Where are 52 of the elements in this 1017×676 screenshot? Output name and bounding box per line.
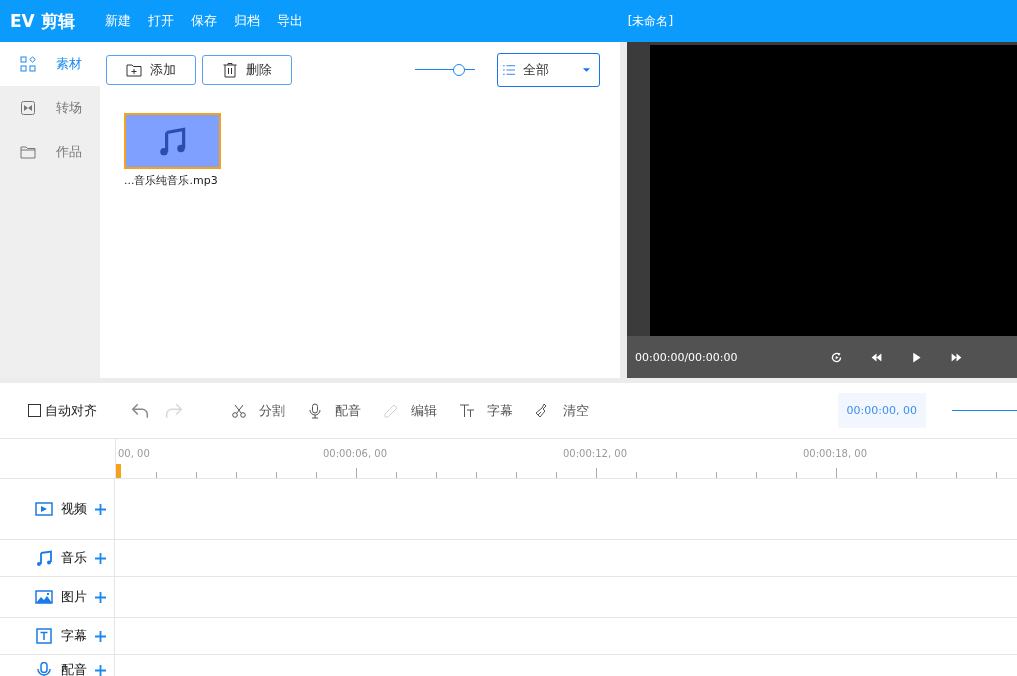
delete-button[interactable]: 删除	[202, 55, 292, 85]
add-icon[interactable]	[95, 630, 106, 642]
playback-time: 00:00:00/00:00:00	[635, 350, 738, 364]
toolbar-button[interactable]: 分割	[231, 401, 285, 420]
sidebar-tab[interactable]: 转场	[0, 86, 100, 130]
audio-thumbnail[interactable]	[124, 113, 221, 169]
add-button[interactable]: 添加	[106, 55, 196, 85]
track-label: 视频	[61, 500, 87, 518]
add-icon[interactable]	[95, 503, 106, 515]
filter-dropdown[interactable]: 全部	[497, 53, 600, 87]
track-label: 配音	[61, 661, 87, 676]
ruler-label: 00:00:18, 00	[803, 448, 867, 459]
replay-icon[interactable]	[829, 350, 843, 364]
track-label: 音乐	[61, 549, 87, 567]
toolbar-button[interactable]: 配音	[307, 401, 361, 420]
folder-icon	[20, 144, 36, 160]
transition-icon	[20, 100, 36, 116]
ruler-label: 00:00:12, 00	[563, 448, 627, 459]
pencil-icon	[383, 402, 399, 419]
app-logo: EV 剪辑	[10, 9, 75, 33]
scissors-icon	[231, 402, 247, 419]
file-name: ...音乐纯音乐.mp3	[124, 173, 218, 188]
microphone-icon	[307, 402, 323, 419]
add-icon[interactable]	[95, 664, 106, 676]
video-track-icon	[35, 501, 53, 517]
image-track-icon	[35, 589, 53, 605]
folder-add-icon	[126, 62, 142, 78]
music-track-icon	[35, 550, 53, 566]
rewind-icon[interactable]	[869, 350, 883, 364]
grid-icon	[20, 56, 36, 72]
size-slider[interactable]	[415, 63, 475, 77]
trash-icon	[222, 62, 238, 78]
document-title: [未命名]	[627, 12, 674, 30]
auto-align-checkbox[interactable]: 自动对齐	[28, 401, 97, 420]
ruler-label: 00:00:06, 00	[323, 448, 387, 459]
voice-track-icon	[35, 662, 53, 676]
ruler-label: 00, 00	[118, 448, 150, 459]
undo-icon[interactable]	[131, 401, 149, 420]
add-icon[interactable]	[95, 591, 106, 603]
sidebar-tab[interactable]: 素材	[0, 42, 100, 86]
sidebar-tab[interactable]: 作品	[0, 130, 100, 174]
toolbar-button[interactable]: 字幕	[459, 401, 513, 420]
toolbar-button[interactable]: 清空	[535, 401, 589, 420]
text-track-icon	[35, 628, 53, 644]
add-icon[interactable]	[95, 552, 106, 564]
playhead-marker[interactable]	[116, 464, 121, 478]
timecode-display: 00:00:00, 00	[837, 393, 926, 428]
text-icon	[459, 402, 475, 419]
track-label: 图片	[61, 588, 87, 606]
caret-icon	[582, 67, 591, 73]
list-icon	[503, 64, 515, 76]
track-label: 字幕	[61, 627, 87, 645]
